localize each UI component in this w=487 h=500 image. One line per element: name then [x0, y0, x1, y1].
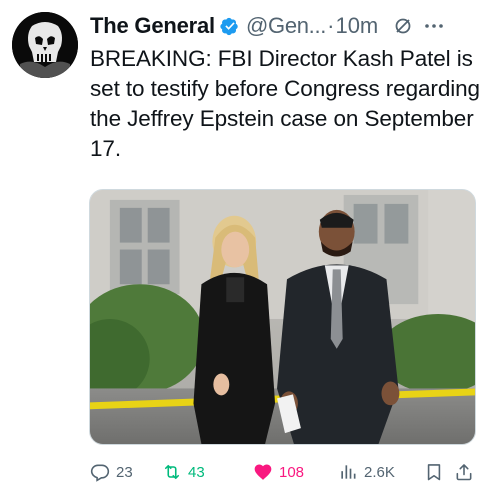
tweet-header: The General @Gen... · 10m: [90, 10, 479, 42]
share-button[interactable]: [454, 458, 474, 486]
avatar[interactable]: [12, 12, 78, 78]
tweet-timestamp[interactable]: 10m: [335, 13, 378, 39]
action-bar: 23 43 108 2.6K: [90, 458, 480, 486]
like-button[interactable]: 108: [253, 458, 304, 486]
grok-icon[interactable]: [392, 15, 414, 37]
like-icon: [254, 464, 272, 480]
tweet-photo[interactable]: [89, 189, 476, 445]
views-button[interactable]: 2.6K: [338, 458, 395, 486]
reply-icon: [90, 464, 110, 482]
tweet-text: BREAKING: FBI Director Kash Patel is set…: [90, 46, 480, 161]
separator-dot: ·: [327, 13, 335, 38]
repost-button[interactable]: 43: [162, 458, 205, 486]
views-count: 2.6K: [364, 463, 395, 481]
views-icon: [341, 465, 356, 479]
tweet[interactable]: The General @Gen... · 10m BREAKING: FBI …: [0, 0, 487, 500]
bookmark-button[interactable]: [424, 458, 444, 486]
share-icon: [456, 464, 472, 481]
repost-count: 43: [188, 463, 205, 481]
reply-count: 23: [116, 463, 133, 481]
author-name[interactable]: The General: [90, 13, 215, 39]
like-count: 108: [279, 463, 305, 481]
bookmark-icon: [427, 464, 441, 481]
verified-badge-icon: [219, 15, 241, 37]
punisher-skull-icon: [12, 12, 78, 78]
more-icon[interactable]: [422, 15, 446, 37]
repost-icon: [164, 464, 180, 480]
photo-image: [90, 190, 475, 444]
author-handle[interactable]: @Gen...: [246, 13, 326, 39]
reply-button[interactable]: 23: [90, 458, 133, 486]
